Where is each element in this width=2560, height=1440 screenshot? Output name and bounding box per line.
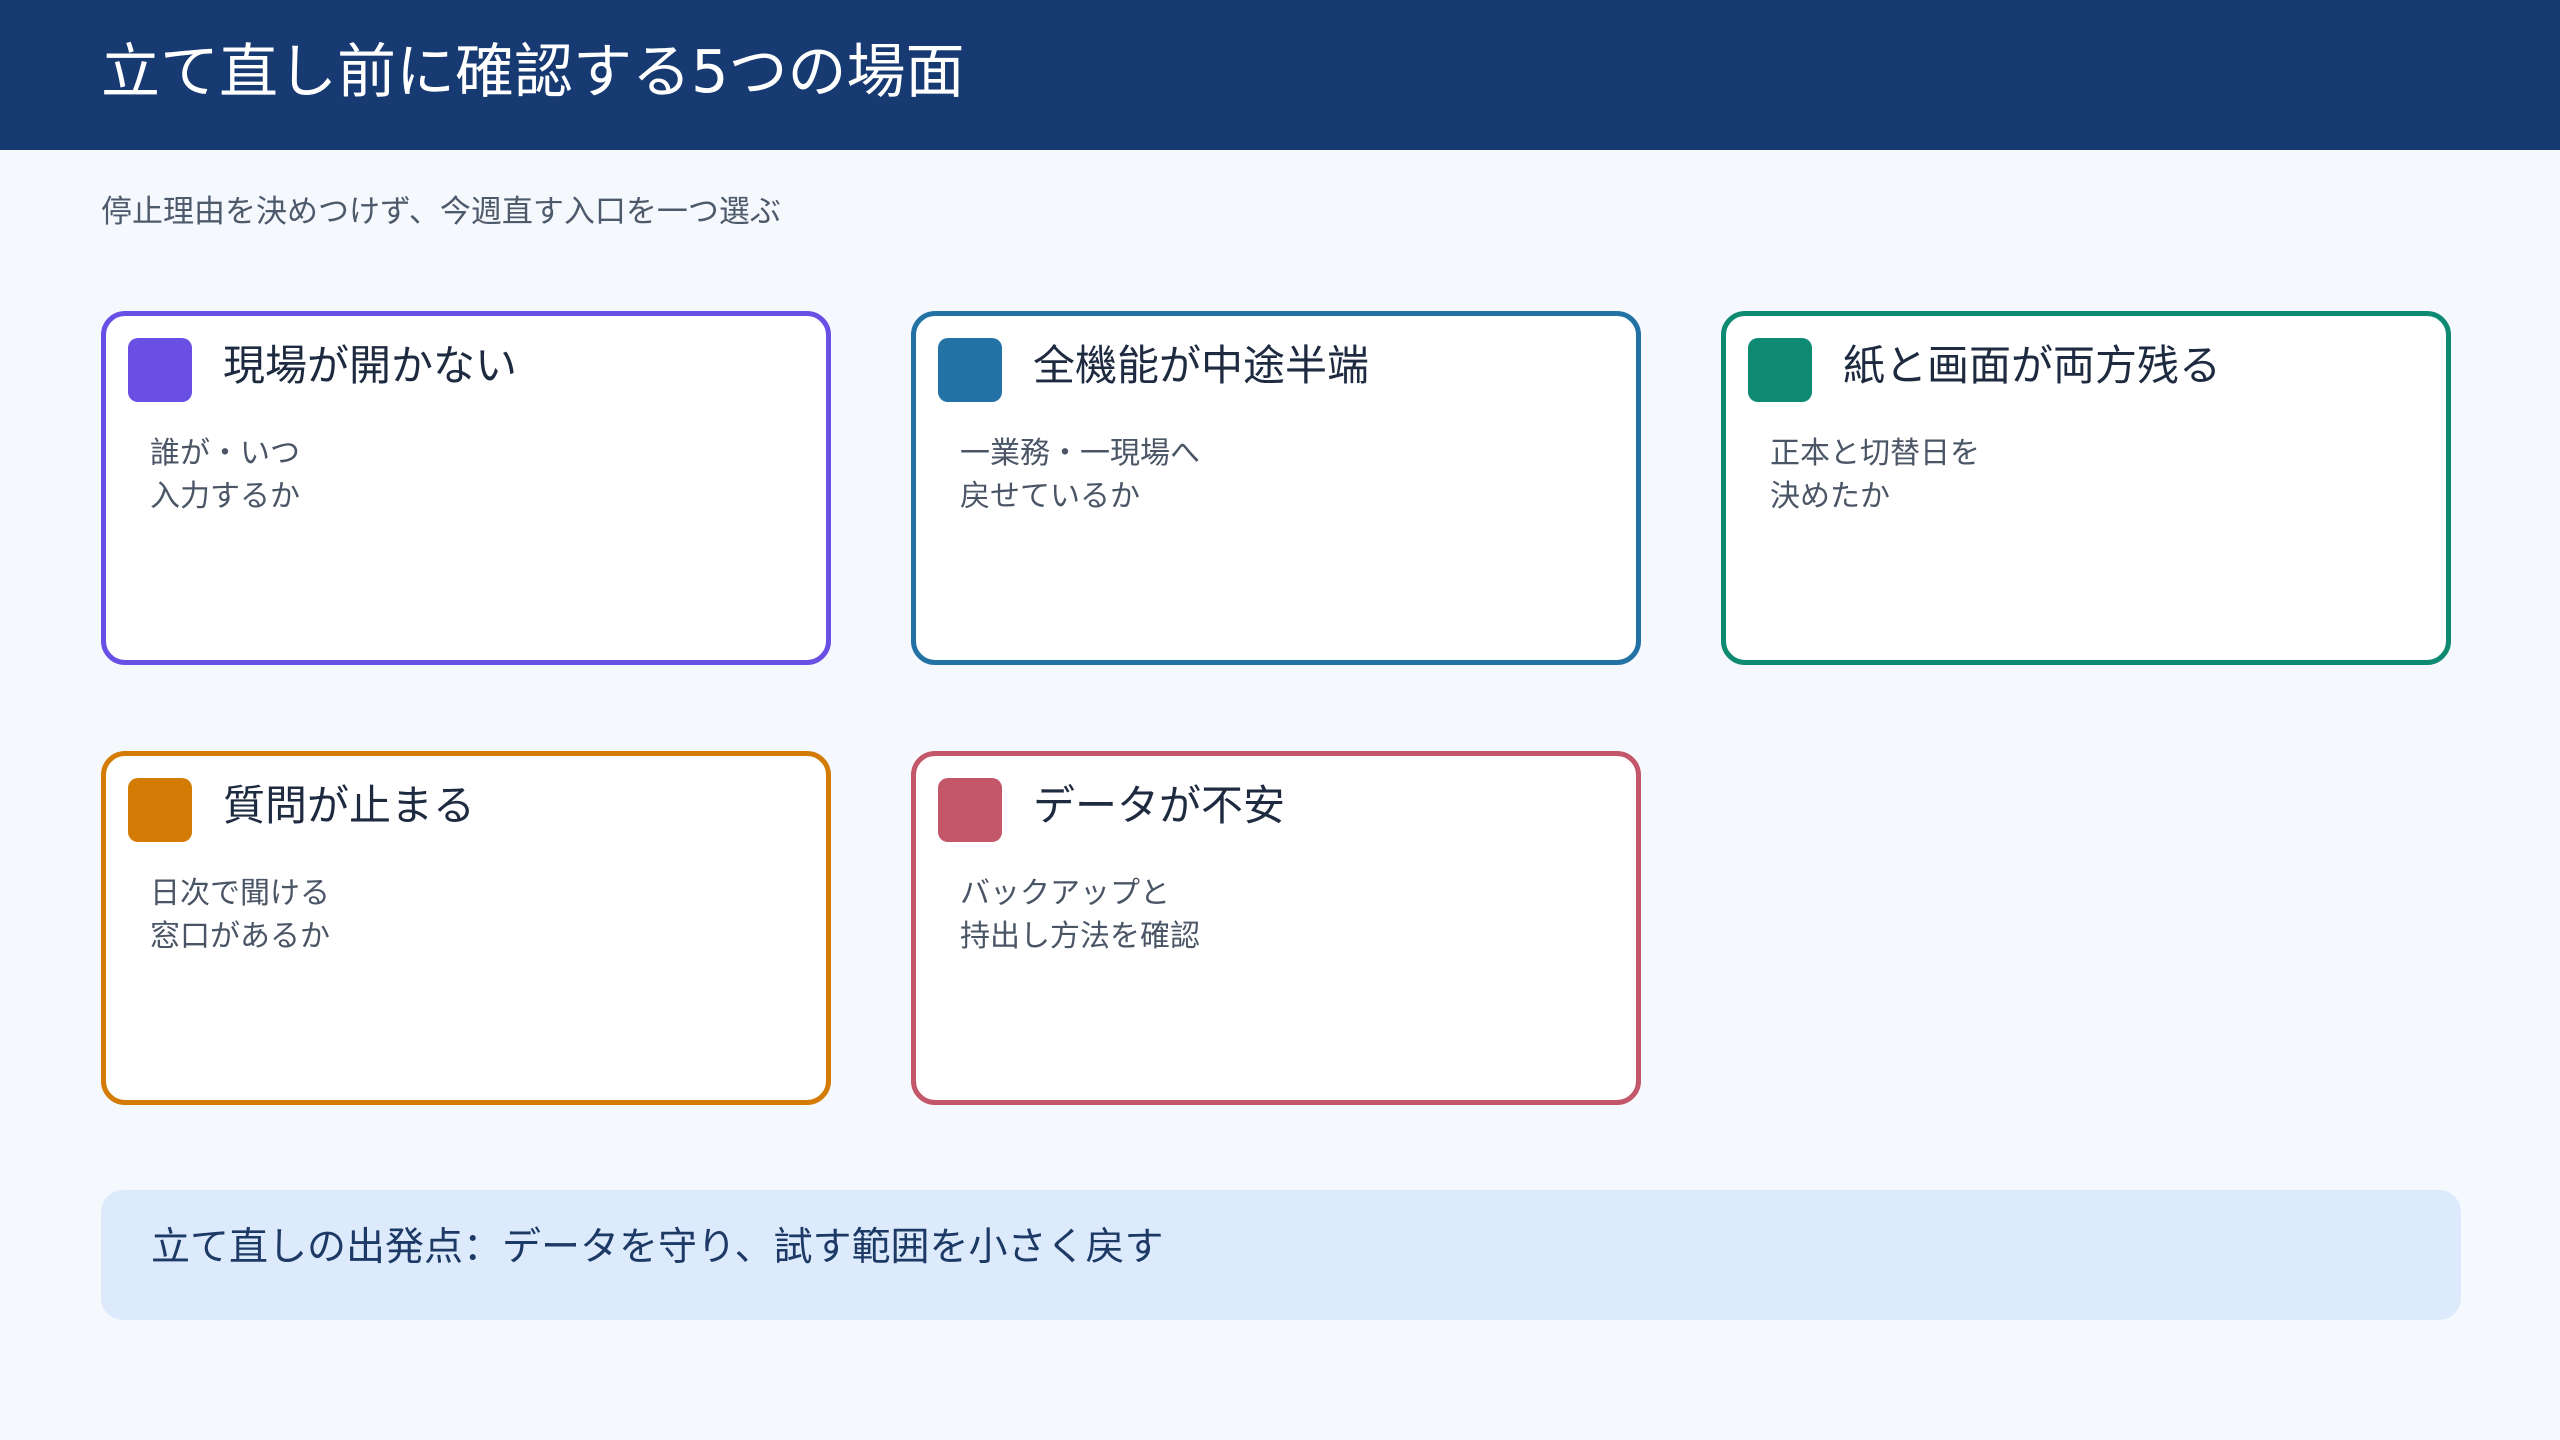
card-body-line: 一業務・一現場へ — [960, 436, 1200, 471]
card-paper-and-screen: 紙と画面が両方残る 正本と切替日を 決めたか — [1721, 311, 2451, 665]
card-body-line: 入力するか — [150, 479, 300, 514]
card-body: 誰が・いつ 入力するか — [150, 432, 300, 518]
card-data-worry: データが不安 バックアップと 持出し方法を確認 — [911, 751, 1641, 1105]
card-title: 現場が開かない — [223, 341, 518, 390]
card-title: 紙と画面が両方残る — [1843, 341, 2222, 390]
card-color-marker — [1748, 338, 1812, 402]
card-body-line: 正本と切替日を — [1770, 436, 1980, 471]
page-subtitle: 停止理由を決めつけず、今週直す入口を一つ選ぶ — [101, 194, 781, 230]
footer-note: 立て直しの出発点：データを守り、試す範囲を小さく戻す — [101, 1190, 2461, 1320]
card-color-marker — [128, 778, 192, 842]
card-color-marker — [938, 778, 1002, 842]
card-body: 一業務・一現場へ 戻せているか — [960, 432, 1200, 518]
card-features-half-done: 全機能が中途半端 一業務・一現場へ 戻せているか — [911, 311, 1641, 665]
card-title: データが不安 — [1033, 781, 1286, 830]
card-color-marker — [128, 338, 192, 402]
card-title: 質問が止まる — [223, 781, 476, 830]
card-body: 正本と切替日を 決めたか — [1770, 432, 1980, 518]
card-body-line: 戻せているか — [960, 479, 1140, 514]
page-title: 立て直し前に確認する5つの場面 — [101, 37, 965, 106]
card-questions-stall: 質問が止まる 日次で聞ける 窓口があるか — [101, 751, 831, 1105]
card-body: バックアップと 持出し方法を確認 — [960, 872, 1200, 958]
card-body-line: 窓口があるか — [150, 919, 330, 954]
header-bar: 立て直し前に確認する5つの場面 — [0, 0, 2560, 150]
card-body-line: バックアップと — [960, 876, 1170, 911]
card-site-wont-open: 現場が開かない 誰が・いつ 入力するか — [101, 311, 831, 665]
footer-text: 立て直しの出発点：データを守り、試す範囲を小さく戻す — [151, 1225, 1164, 1270]
card-body-line: 決めたか — [1770, 479, 1890, 514]
card-color-marker — [938, 338, 1002, 402]
card-body-line: 日次で聞ける — [150, 876, 330, 911]
card-body-line: 持出し方法を確認 — [960, 919, 1200, 954]
card-body: 日次で聞ける 窓口があるか — [150, 872, 330, 958]
card-body-line: 誰が・いつ — [150, 436, 300, 471]
card-title: 全機能が中途半端 — [1033, 341, 1370, 390]
